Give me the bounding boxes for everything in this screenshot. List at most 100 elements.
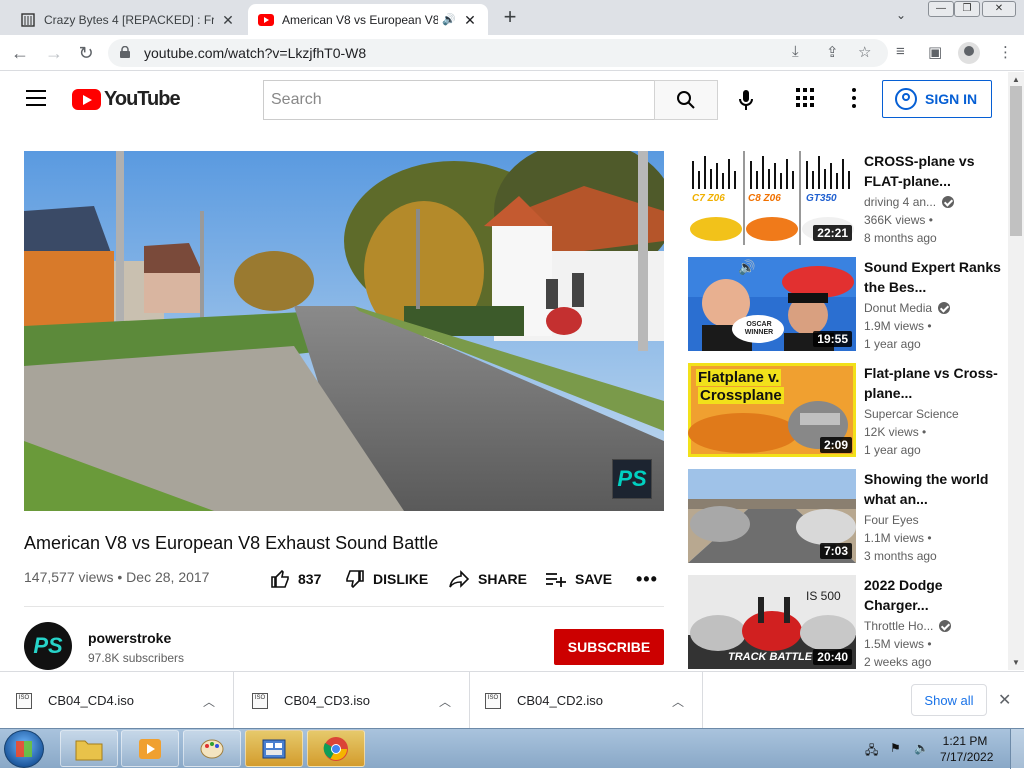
url-text: youtube.com/watch?v=LkzjfhT0-W8 xyxy=(144,45,367,61)
volume-icon[interactable]: 🔈 xyxy=(914,741,929,755)
recommendation-views: 1.5M views • xyxy=(864,637,932,651)
network-icon[interactable]: 🖧 xyxy=(865,741,878,762)
share-arrow-icon xyxy=(449,570,470,588)
page-scrollbar[interactable]: ▲ ▼ xyxy=(1008,72,1024,670)
apps-grid-icon[interactable] xyxy=(796,88,816,108)
recommendation-item[interactable]: TRACK BATTLE IS 500 20:40 2022 Dodge Cha… xyxy=(688,575,1008,669)
install-icon[interactable]: ⤓ xyxy=(792,43,799,60)
share-button[interactable]: SHARE xyxy=(448,568,527,590)
recommendation-title[interactable]: CROSS-plane vs FLAT-plane... xyxy=(864,151,1004,191)
download-filename: CB04_CD2.iso xyxy=(517,693,603,708)
show-desktop-button[interactable] xyxy=(1010,729,1024,769)
tab-title: Crazy Bytes 4 [REPACKED] : Free D xyxy=(44,12,214,27)
share-icon[interactable]: ⇪ xyxy=(826,43,839,61)
recommendation-channel[interactable]: Four Eyes xyxy=(864,513,919,527)
media-control-icon[interactable]: ≡ xyxy=(896,43,905,60)
recommendation-channel[interactable]: Donut Media xyxy=(864,301,951,315)
channel-name[interactable]: powerstroke xyxy=(88,630,171,646)
action-center-flag-icon[interactable]: ⚑ xyxy=(890,741,901,755)
chevron-down-icon[interactable]: ⌄ xyxy=(896,8,906,22)
control-panel-taskbar-button[interactable] xyxy=(245,730,303,767)
show-all-downloads-button[interactable]: Show all xyxy=(911,684,987,716)
reload-button[interactable]: ↻ xyxy=(74,41,98,65)
new-tab-button[interactable]: + xyxy=(498,6,522,30)
menu-icon[interactable] xyxy=(26,90,46,106)
chevron-up-icon[interactable]: ︿ xyxy=(439,693,451,710)
recommendation-title[interactable]: Sound Expert Ranks the Bes... xyxy=(864,257,1004,297)
folder-icon xyxy=(75,740,103,760)
restore-button[interactable]: ❐ xyxy=(954,1,980,17)
close-icon[interactable]: ✕ xyxy=(998,690,1011,710)
tab-youtube-video[interactable]: American V8 vs European V8 🔊 ✕ xyxy=(248,4,488,35)
microphone-icon xyxy=(739,90,753,110)
video-thumbnail[interactable]: 7:03 xyxy=(688,469,856,563)
recommendation-item[interactable]: 7:03 Showing the world what an... Four E… xyxy=(688,469,1008,563)
download-item[interactable]: ISO CB04_CD3.iso ︿ xyxy=(236,672,470,729)
recommendation-channel[interactable]: driving 4 an... xyxy=(864,195,955,209)
video-duration: 2:09 xyxy=(819,437,852,453)
video-thumbnail[interactable]: TRACK BATTLE IS 500 20:40 xyxy=(688,575,856,669)
video-thumbnail[interactable]: Flatplane v. Crossplane 2:09 xyxy=(688,363,856,457)
tab-crazy-bytes[interactable]: Crazy Bytes 4 [REPACKED] : Free D ✕ xyxy=(10,4,246,35)
address-bar[interactable]: youtube.com/watch?v=LkzjfhT0-W8 xyxy=(108,39,888,67)
sign-in-button[interactable]: SIGN IN xyxy=(882,80,992,118)
thumb-label: C8 Z06 xyxy=(748,193,781,204)
recommendation-title[interactable]: Showing the world what an... xyxy=(864,469,1004,509)
side-panel-icon[interactable]: ▣ xyxy=(928,43,942,61)
search-input[interactable] xyxy=(271,91,655,109)
download-filename: CB04_CD4.iso xyxy=(48,693,134,708)
scroll-down-arrow-icon[interactable]: ▼ xyxy=(1012,658,1020,667)
voice-search-button[interactable] xyxy=(730,84,762,116)
recommendation-views: 1.1M views • xyxy=(864,531,932,545)
recommendation-title[interactable]: 2022 Dodge Charger... xyxy=(864,575,1004,615)
chevron-up-icon[interactable]: ︿ xyxy=(203,693,215,710)
download-item[interactable]: ISO CB04_CD4.iso ︿ xyxy=(0,672,234,729)
channel-avatar[interactable]: PS xyxy=(24,622,72,670)
media-player-icon xyxy=(139,738,161,759)
file-explorer-taskbar-button[interactable] xyxy=(60,730,118,767)
close-window-button[interactable]: ✕ xyxy=(982,1,1016,17)
verified-badge-icon xyxy=(939,620,952,632)
scroll-up-arrow-icon[interactable]: ▲ xyxy=(1012,75,1020,84)
video-player[interactable]: PS xyxy=(24,151,664,511)
chevron-up-icon[interactable]: ︿ xyxy=(672,693,684,710)
back-button[interactable]: ← xyxy=(8,41,32,65)
recommendation-title[interactable]: Flat-plane vs Cross-plane... xyxy=(864,363,1004,403)
channel-watermark[interactable]: PS xyxy=(612,459,652,499)
like-button[interactable]: 837 xyxy=(270,568,321,590)
dislike-button[interactable]: DISLIKE xyxy=(345,568,428,590)
video-thumbnail[interactable]: C7 Z06 C8 Z06 GT350 22:21 xyxy=(688,151,856,245)
more-options-icon[interactable] xyxy=(848,88,860,108)
youtube-logo[interactable]: YouTube xyxy=(72,88,181,111)
system-clock[interactable]: 1:21 PM 7/17/2022 xyxy=(940,733,993,765)
browser-menu-icon[interactable]: ⋮ xyxy=(998,43,1013,61)
recommendation-item[interactable]: Flatplane v. Crossplane 2:09 Flat-plane … xyxy=(688,363,1008,457)
scrollbar-thumb[interactable] xyxy=(1010,86,1022,236)
chrome-taskbar-button[interactable] xyxy=(307,730,365,767)
bookmark-star-icon[interactable]: ☆ xyxy=(858,43,871,61)
subscribe-button[interactable]: SUBSCRIBE xyxy=(554,629,664,665)
recommendation-channel[interactable]: Supercar Science xyxy=(864,407,959,421)
speaker-icon[interactable]: 🔊 xyxy=(442,13,456,26)
download-item[interactable]: ISO CB04_CD2.iso ︿ xyxy=(469,672,703,729)
recommendation-age: 1 year ago xyxy=(864,443,921,457)
more-actions-icon[interactable]: ••• xyxy=(636,568,658,590)
search-field[interactable] xyxy=(263,80,655,120)
recommendation-item[interactable]: OSCAR WINNER 🔊 19:55 Sound Expert Ranks … xyxy=(688,257,1008,351)
tab-title: American V8 vs European V8 xyxy=(282,12,439,27)
minimize-button[interactable]: — xyxy=(928,1,954,17)
search-button[interactable] xyxy=(654,80,718,120)
close-tab-icon[interactable]: ✕ xyxy=(462,12,478,28)
close-tab-icon[interactable]: ✕ xyxy=(220,12,236,28)
profile-avatar[interactable] xyxy=(958,42,980,64)
start-button[interactable] xyxy=(4,730,44,768)
chrome-icon xyxy=(323,736,348,761)
paint-taskbar-button[interactable] xyxy=(183,730,241,767)
share-label: SHARE xyxy=(478,571,528,587)
save-button[interactable]: SAVE xyxy=(545,568,612,590)
recommendation-channel[interactable]: Throttle Ho... xyxy=(864,619,952,633)
media-player-taskbar-button[interactable] xyxy=(121,730,179,767)
recommendation-item[interactable]: C7 Z06 C8 Z06 GT350 22:21 CROSS-plane vs… xyxy=(688,151,1008,245)
forward-button[interactable]: → xyxy=(42,41,66,65)
video-thumbnail[interactable]: OSCAR WINNER 🔊 19:55 xyxy=(688,257,856,351)
